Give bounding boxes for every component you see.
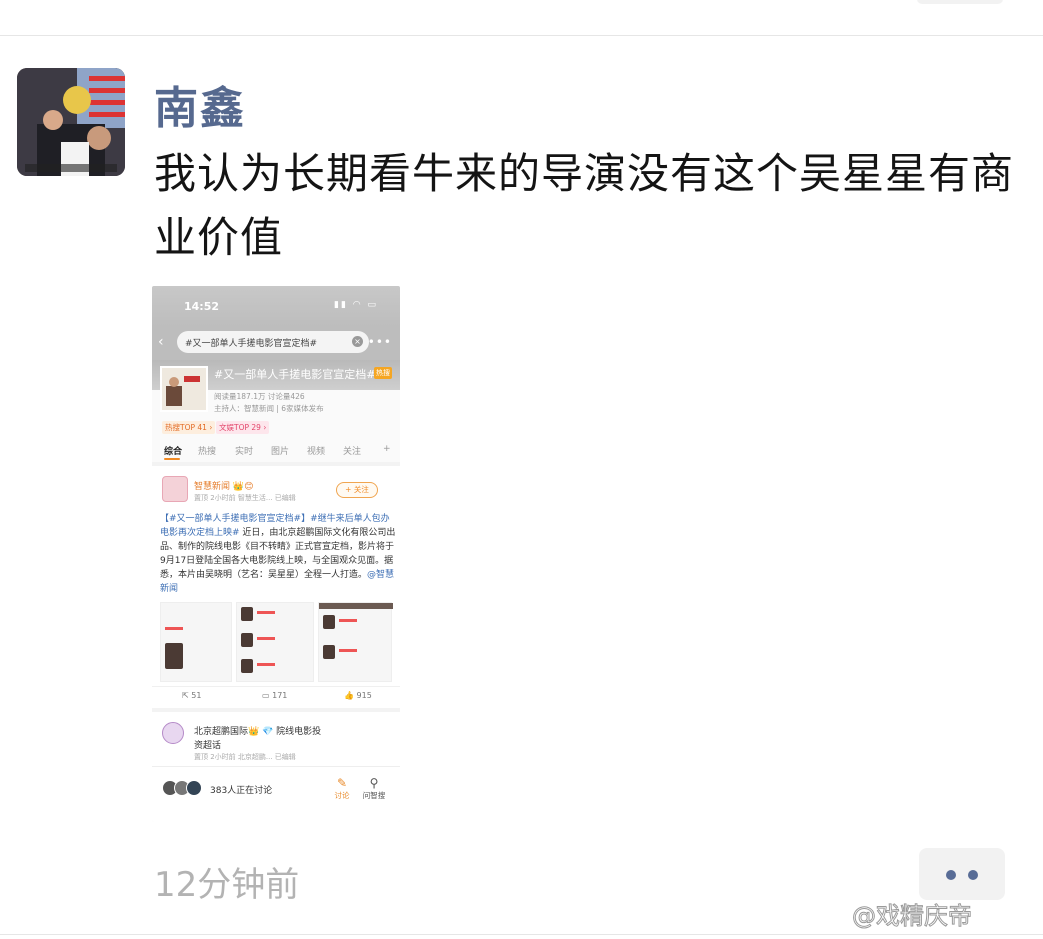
rank-hot-badge[interactable]: 热搜TOP 41 › [162,421,216,434]
topic-stats: 阅读量187.1万 讨论量426 [214,392,305,401]
status-bar: 14:52 ▮▮ ◠ ▭ [152,286,400,326]
card-avatar[interactable] [162,476,188,502]
ask-button[interactable]: ⚲ 问智搜 [360,776,388,801]
repost-count: 51 [191,691,202,700]
topic-host: 主持人：智慧新闻 | 6家媒体发布 [214,404,324,413]
search-input[interactable]: #又一部单人手搓电影官宣定档# × [177,331,369,353]
profile-photo [241,659,253,673]
post-text: 我认为长期看牛来的导演没有这个吴星星有商业价值 [154,149,1015,262]
poster-figure [165,643,183,669]
follow-button[interactable]: + 关注 [336,482,378,498]
like-icon: 👍 [344,691,357,700]
top-divider [0,35,1043,36]
edit-icon: ✎ [336,776,348,790]
ask-label: 问智搜 [362,791,386,800]
tab-comprehensive[interactable]: 综合 [164,444,182,457]
topic-title: #又一部单人手搓电影官宣定档# [214,368,376,381]
comment-button[interactable]: ▭ 171 [262,691,287,700]
name-mark [339,619,357,622]
card-image-grid[interactable] [160,602,393,682]
card2-author-name-cont[interactable]: 资超话 [194,738,221,751]
name-mark [257,663,275,666]
discuss-button[interactable]: ✎ 讨论 [328,776,356,801]
more-dot-icon [946,870,956,880]
tab-hot[interactable]: 热搜 [198,444,216,457]
card-text: 【#又一部单人手搓电影官宣定档#】#继牛来后单人包办电影再次定档上映# 近日，由… [160,512,396,596]
participant-avatar [186,780,202,796]
profile-photo [241,607,253,621]
hot-badge: 热搜 [374,367,392,379]
post-timestamp: 12分钟前 [154,865,300,905]
profile-photo [323,615,335,629]
comment-icon: ▭ [262,691,273,700]
image-tile[interactable] [160,602,232,682]
tab-following[interactable]: 关注 [343,444,361,457]
discuss-label: 讨论 [334,791,350,800]
image-tile[interactable] [318,602,393,682]
topic-thumbnail [160,366,208,412]
image-header-bar [319,603,393,609]
comment-count: 171 [272,691,288,700]
top-pill [917,0,1003,4]
more-options-button[interactable] [919,848,1005,900]
discussing-count: 383人正在讨论 [210,786,273,796]
author-name[interactable]: 南鑫 [154,72,246,136]
like-count: 915 [356,691,372,700]
tab-realtime[interactable]: 实时 [235,444,253,457]
more-icon[interactable]: ••• [368,335,392,349]
rank-ent-badge[interactable]: 文娱TOP 29 › [216,421,270,434]
status-time: 14:52 [184,300,220,313]
card-author-name[interactable]: 智慧新闻 👑😊 [194,479,253,492]
avatar-image [17,68,125,176]
bottom-divider [0,934,1043,935]
repost-button[interactable]: ⇱ 51 [182,691,201,700]
tab-video[interactable]: 视频 [307,444,325,457]
author-avatar[interactable] [17,68,125,176]
search-query: #又一部单人手搓电影官宣定档# [185,339,318,349]
repost-icon: ⇱ [182,691,192,700]
back-icon[interactable]: ‹ [158,334,164,350]
card2-meta: 置顶 2小时前 北京超鹏... 已编辑 [194,753,296,761]
more-dot-icon [968,870,978,880]
clear-icon[interactable]: × [352,336,363,347]
name-mark [257,637,275,640]
movie-poster-image [162,368,206,410]
image-tile[interactable] [236,602,314,682]
tab-images[interactable]: 图片 [271,444,289,457]
profile-photo [323,645,335,659]
embedded-screenshot[interactable]: 14:52 ▮▮ ◠ ▭ ‹ #又一部单人手搓电影官宣定档# × ••• #又一… [152,286,400,822]
watermark: @戏精庆帝 [852,902,973,931]
signal-wifi-battery-icon: ▮▮ ◠ ▭ [334,300,378,310]
nav-bar: ‹ #又一部单人手搓电影官宣定档# × ••• [152,326,400,360]
poster-title-mark [165,627,183,630]
participant-avatars [162,780,206,796]
like-button[interactable]: 👍 915 [344,691,372,700]
name-mark [339,649,357,652]
card-meta: 置顶 2小时前 智慧生活... 已编辑 [194,494,296,502]
search-icon: ⚲ [369,776,379,790]
profile-photo [241,633,253,647]
tab-add[interactable]: + [383,444,391,454]
card2-avatar[interactable] [162,722,184,744]
tab-underline [164,458,180,460]
card2-author-name[interactable]: 北京超鹏国际👑 💎 院线电影投 [194,724,321,737]
name-mark [257,611,275,614]
